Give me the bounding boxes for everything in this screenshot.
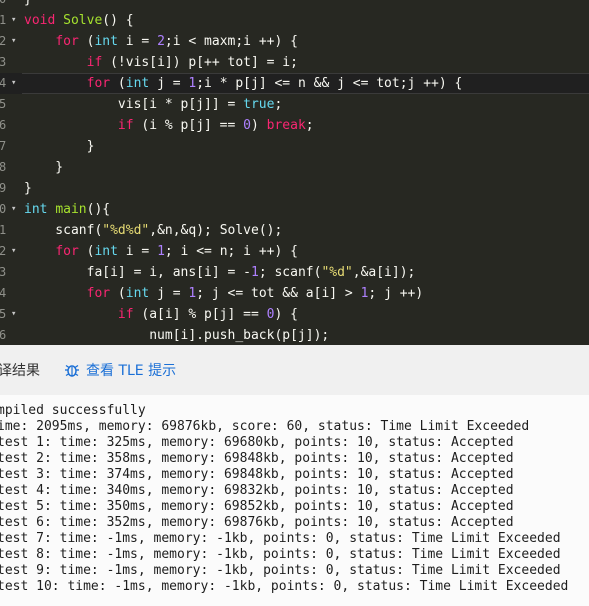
line-number: 3: [0, 262, 20, 283]
code-line[interactable]: 4 for (int j = 1; j <= tot && a[i] > 1; …: [0, 283, 589, 304]
line-number-text: 2: [0, 34, 7, 48]
code-text: if (a[i] % p[j] == 0) {: [117, 307, 298, 322]
code-line[interactable]: 1 ▾ void Solve() {: [0, 10, 589, 31]
test-result-line: test 5: time: 350ms, memory: 69852kb, po…: [0, 499, 514, 514]
code-line[interactable]: 5 ▾ if (a[i] % p[j] == 0) {: [0, 304, 589, 325]
line-number-text: 6: [0, 328, 7, 342]
code-line[interactable]: 5 vis[i * p[j]] = true;: [0, 94, 589, 115]
line-number-text: 3: [0, 55, 7, 69]
fold-arrow-icon[interactable]: ▾: [11, 241, 16, 262]
line-number: 6: [0, 115, 20, 136]
tab-compile-result[interactable]: 译结果: [0, 360, 40, 380]
code-text: int main(){: [24, 202, 111, 217]
line-number: 9: [0, 178, 20, 199]
code-line[interactable]: 3 if (!vis[i]) p[++ tot] = i;: [0, 52, 589, 73]
code-line[interactable]: 6 num[i].push_back(p[j]);: [0, 325, 589, 345]
tle-hint-button[interactable]: 查看 TLE 提示: [64, 360, 176, 380]
test-result-line: test 3: time: 374ms, memory: 69848kb, po…: [0, 467, 514, 482]
line-number: 3: [0, 52, 20, 73]
code-text: vis[i * p[j]] = true;: [24, 97, 283, 112]
line-number: 7: [0, 136, 20, 157]
test-result-line: test 4: time: 340ms, memory: 69832kb, po…: [0, 483, 514, 498]
summary-line: ime: 2095ms, memory: 69876kb, score: 60,…: [0, 419, 530, 434]
line-number-text: 7: [0, 139, 7, 153]
code-line[interactable]: 2 ▾ for (int i = 2;i < maxm;i ++) {: [0, 31, 589, 52]
line-number-text: 9: [0, 181, 7, 195]
code-text: }: [24, 0, 32, 10]
line-number-text: 6: [0, 118, 7, 132]
line-number-text: 4: [0, 286, 7, 300]
line-number-text: 3: [0, 265, 7, 279]
code-text: fa[i] = i, ans[i] = -1; scanf("%d",&a[i]…: [24, 265, 416, 280]
code-line[interactable]: 7 }: [0, 136, 589, 157]
code-text: }: [24, 139, 95, 154]
code-line[interactable]: 0 ▾ int main(){: [0, 199, 589, 220]
code-text: if (!vis[i]) p[++ tot] = i;: [86, 55, 298, 70]
code-line[interactable]: 3 fa[i] = i, ans[i] = -1; scanf("%d",&a[…: [0, 262, 589, 283]
line-number: 4: [0, 283, 20, 304]
line-number: 8: [0, 157, 20, 178]
code-text: for (int j = 1; j <= tot && a[i] > 1; j …: [86, 286, 424, 301]
fold-arrow-icon[interactable]: ▾: [11, 31, 16, 52]
line-number: 5: [0, 94, 20, 115]
code-text: for (int i = 2;i < maxm;i ++) {: [55, 34, 298, 49]
line-number-text: 8: [0, 160, 7, 174]
fold-arrow-icon[interactable]: ▾: [11, 199, 16, 220]
code-line[interactable]: 8 }: [0, 157, 589, 178]
code-line[interactable]: 6 if (i % p[j] == 0) break;: [0, 115, 589, 136]
line-number-text: 0: [0, 202, 7, 216]
fold-arrow-icon[interactable]: ▾: [11, 73, 16, 94]
test-result-line: test 2: time: 358ms, memory: 69848kb, po…: [0, 451, 514, 466]
line-number-text: 1: [0, 223, 7, 237]
code-line[interactable]: 4 ▾ for (int j = 1;i * p[j] <= n && j <= …: [0, 73, 589, 94]
fold-arrow-icon[interactable]: ▾: [11, 304, 16, 325]
code-text: void Solve() {: [24, 13, 134, 28]
code-line[interactable]: 0}: [0, 0, 589, 10]
code-line[interactable]: 1 scanf("%d%d",&n,&q); Solve();: [0, 220, 589, 241]
line-number: 1 ▾: [0, 10, 20, 31]
test-result-line: test 10: time: -1ms, memory: -1kb, point…: [0, 579, 569, 594]
tle-hint-label: 查看 TLE 提示: [86, 363, 177, 379]
line-number-text: 5: [0, 97, 7, 111]
line-number-text: 0: [0, 0, 6, 10]
line-number: 6: [0, 325, 20, 345]
bug-icon: [65, 364, 79, 377]
line-number: 1: [0, 220, 20, 241]
line-number-text: 1: [0, 13, 7, 27]
line-number: 0 ▾: [0, 199, 20, 220]
fold-arrow-icon[interactable]: ▾: [11, 10, 16, 31]
code-text: }: [24, 181, 32, 196]
code-text: for (int j = 1;i * p[j] <= n && j <= tot…: [86, 76, 463, 91]
code-text: num[i].push_back(p[j]);: [24, 328, 330, 343]
code-line[interactable]: 2 ▾ for (int i = 1; i <= n; i ++) {: [0, 241, 589, 262]
test-result-line: test 6: time: 352ms, memory: 69876kb, po…: [0, 515, 514, 530]
judge-output: mpiled successfully ime: 2095ms, memory: …: [0, 395, 589, 606]
test-result-line: test 8: time: -1ms, memory: -1kb, points…: [0, 547, 561, 562]
test-result-line: test 7: time: -1ms, memory: -1kb, points…: [0, 531, 561, 546]
line-number: 4 ▾: [0, 73, 20, 94]
line-number: 5 ▾: [0, 304, 20, 325]
code-text: if (i % p[j] == 0) break;: [117, 118, 314, 133]
line-number-text: 2: [0, 244, 7, 258]
code-text: scanf("%d%d",&n,&q); Solve();: [24, 223, 283, 238]
line-number: 2 ▾: [0, 31, 20, 52]
code-editor[interactable]: 0}1▾void Solve() {2▾ for (int i = 2;i < …: [0, 0, 589, 345]
line-number: 2 ▾: [0, 241, 20, 262]
test-result-line: test 9: time: -1ms, memory: -1kb, points…: [0, 563, 561, 578]
code-text: for (int i = 1; i <= n; i ++) {: [55, 244, 298, 259]
result-tab-bar: 译结果 查看 TLE 提示: [0, 345, 589, 395]
code-text: }: [24, 160, 64, 175]
line-number-text: 5: [0, 307, 7, 321]
code-line[interactable]: 9}: [0, 178, 589, 199]
line-number-text: 4: [0, 76, 7, 90]
summary-line: mpiled successfully: [0, 403, 146, 418]
test-result-line: test 1: time: 325ms, memory: 69680kb, po…: [0, 435, 514, 450]
line-number: 0: [0, 0, 20, 10]
